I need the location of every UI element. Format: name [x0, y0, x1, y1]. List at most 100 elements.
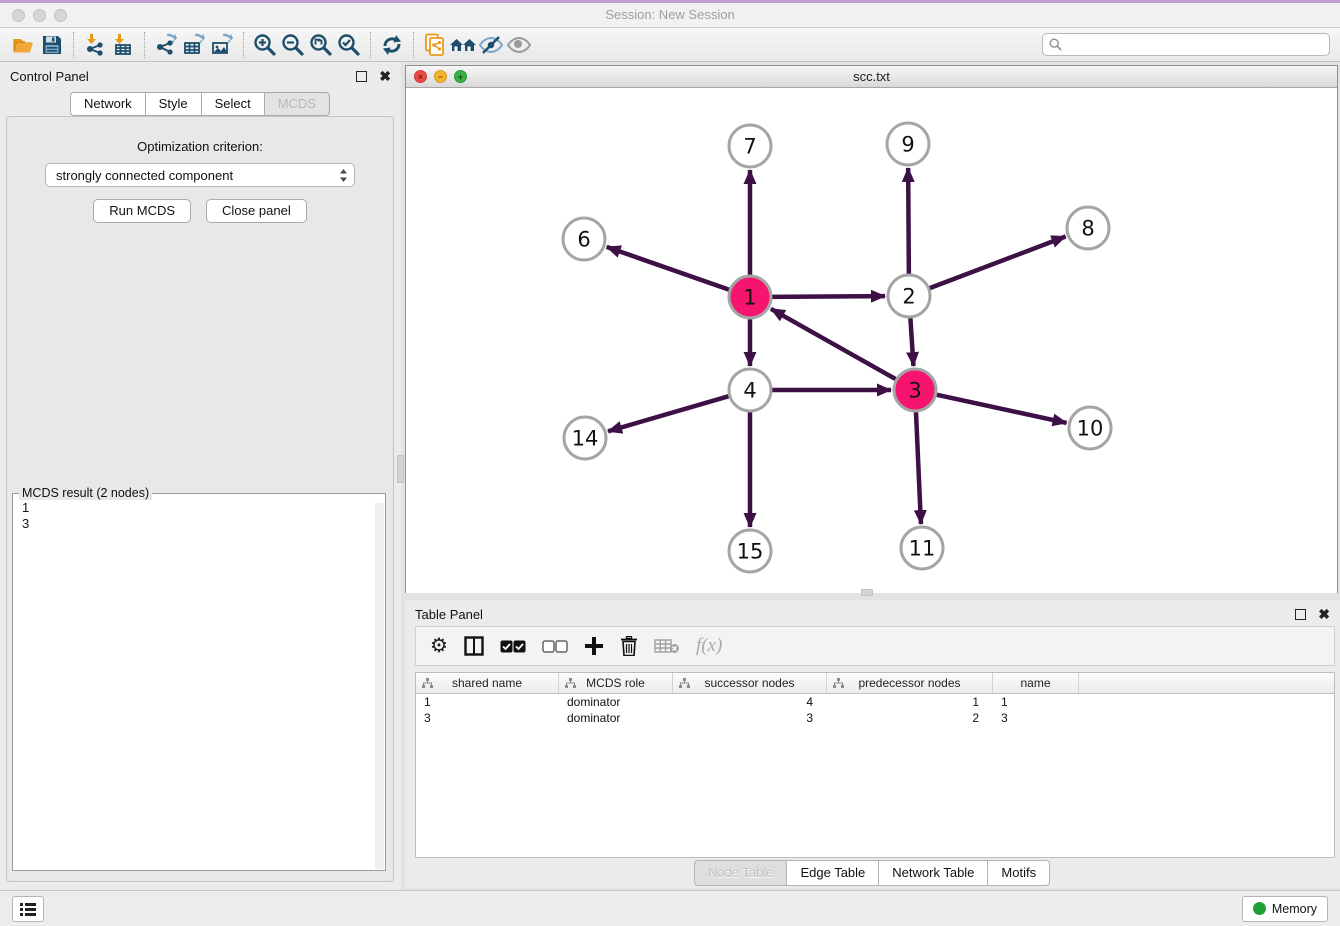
- add-row-icon[interactable]: [584, 636, 604, 656]
- toolbar-separator: [243, 32, 244, 58]
- optimization-criterion-label: Optimization criterion:: [7, 139, 393, 154]
- memory-button[interactable]: Memory: [1242, 896, 1328, 922]
- tab-network-table[interactable]: Network Table: [878, 860, 988, 886]
- graph-edge-2-8[interactable]: [927, 237, 1066, 290]
- graph-node-7[interactable]: 7: [729, 125, 771, 167]
- criterion-dropdown[interactable]: strongly connected component: [45, 163, 355, 187]
- show-graphics-details-icon[interactable]: [505, 31, 533, 59]
- select-all-icon[interactable]: [500, 640, 526, 653]
- task-history-button[interactable]: [12, 896, 44, 922]
- graph-edge-1-6[interactable]: [607, 247, 732, 291]
- table-cell[interactable]: 1: [827, 695, 993, 709]
- delete-row-icon[interactable]: [620, 636, 638, 656]
- table-cell[interactable]: 4: [673, 695, 827, 709]
- table-cell[interactable]: 1: [416, 695, 559, 709]
- table-header-row: shared nameMCDS role successor nodes prede…: [416, 673, 1334, 694]
- search-input[interactable]: [1062, 38, 1323, 52]
- table-cell[interactable]: 3: [416, 711, 559, 725]
- export-table-icon[interactable]: [180, 31, 208, 59]
- run-mcds-button[interactable]: Run MCDS: [93, 199, 191, 223]
- search-field[interactable]: [1042, 33, 1330, 56]
- table-panel-title: Table Panel: [415, 607, 483, 622]
- close-panel-button[interactable]: Close panel: [206, 199, 307, 223]
- copy-view-icon[interactable]: [421, 31, 449, 59]
- control-panel-tabs: NetworkStyleSelectMCDS: [0, 92, 401, 116]
- graph-node-6[interactable]: 6: [563, 218, 605, 260]
- search-icon: [1049, 38, 1062, 51]
- export-image-icon[interactable]: [208, 31, 236, 59]
- table-row[interactable]: 1dominator411: [416, 694, 1334, 710]
- graph-node-2[interactable]: 2: [888, 275, 930, 317]
- node-table[interactable]: shared nameMCDS role successor nodes prede…: [415, 672, 1335, 858]
- table-cell[interactable]: 3: [673, 711, 827, 725]
- tab-mcds[interactable]: MCDS: [264, 92, 330, 116]
- network-canvas[interactable]: 7 9 6 8 1 2 4 3 14 10 15 11: [406, 88, 1337, 593]
- zoom-out-icon[interactable]: [279, 31, 307, 59]
- graph-edge-4-14[interactable]: [608, 395, 732, 431]
- table-cell[interactable]: dominator: [559, 695, 673, 709]
- delete-table-icon[interactable]: [654, 638, 680, 654]
- vertical-splitter-handle[interactable]: [397, 455, 404, 483]
- column-header-MCDS-role[interactable]: MCDS role: [559, 673, 673, 693]
- table-cell[interactable]: 2: [827, 711, 993, 725]
- import-network-icon[interactable]: [81, 31, 109, 59]
- import-table-icon[interactable]: [109, 31, 137, 59]
- hide-graphics-details-icon[interactable]: [477, 31, 505, 59]
- deselect-all-icon[interactable]: [542, 640, 568, 653]
- table-cell[interactable]: 1: [993, 695, 1079, 709]
- result-scrollbar[interactable]: [375, 503, 384, 869]
- save-session-icon[interactable]: [38, 31, 66, 59]
- zoom-fit-icon[interactable]: [307, 31, 335, 59]
- float-table-panel-icon[interactable]: [1295, 609, 1306, 620]
- graph-node-15[interactable]: 15: [729, 530, 771, 572]
- graph-edge-3-1[interactable]: [771, 309, 899, 381]
- column-header-successor-nodes[interactable]: successor nodes: [673, 673, 827, 693]
- graph-edge-3-11[interactable]: [916, 409, 921, 524]
- table-cell[interactable]: 3: [993, 711, 1079, 725]
- tab-node-table[interactable]: Node Table: [694, 860, 788, 886]
- graph-edge-3-10[interactable]: [934, 394, 1067, 423]
- horizontal-splitter-handle[interactable]: [861, 589, 873, 596]
- session-title: Session: New Session: [0, 7, 1340, 22]
- tab-motifs[interactable]: Motifs: [987, 860, 1050, 886]
- app-titlebar: Session: New Session: [0, 3, 1340, 28]
- graph-node-1[interactable]: 1: [729, 276, 771, 318]
- export-network-icon[interactable]: [152, 31, 180, 59]
- network-window-titlebar[interactable]: × − + scc.txt: [406, 66, 1337, 88]
- home-layout-icon[interactable]: [449, 31, 477, 59]
- graph-node-label: 4: [743, 379, 756, 403]
- zoom-selected-icon[interactable]: [335, 31, 363, 59]
- open-session-icon[interactable]: [10, 31, 38, 59]
- table-settings-icon[interactable]: ⚙: [430, 636, 448, 656]
- zoom-in-icon[interactable]: [251, 31, 279, 59]
- tab-style[interactable]: Style: [145, 92, 202, 116]
- close-panel-icon[interactable]: ✖: [379, 71, 391, 82]
- column-header-predecessor-nodes[interactable]: predecessor nodes: [827, 673, 993, 693]
- main-toolbar: [0, 28, 1340, 62]
- refresh-icon[interactable]: [378, 31, 406, 59]
- column-header-name[interactable]: name: [993, 673, 1079, 693]
- graph-node-11[interactable]: 11: [901, 527, 943, 569]
- graph-node-8[interactable]: 8: [1067, 207, 1109, 249]
- graph-node-label: 6: [577, 228, 590, 252]
- graph-edge-1-2[interactable]: [769, 296, 885, 297]
- graph-edge-2-9[interactable]: [908, 168, 909, 277]
- column-type-icon: [422, 678, 433, 689]
- table-cell[interactable]: dominator: [559, 711, 673, 725]
- tab-network[interactable]: Network: [70, 92, 146, 116]
- graph-node-9[interactable]: 9: [887, 123, 929, 165]
- tab-select[interactable]: Select: [201, 92, 265, 116]
- graph-node-10[interactable]: 10: [1069, 407, 1111, 449]
- column-header-shared-name[interactable]: shared name: [416, 673, 559, 693]
- graph-node-14[interactable]: 14: [564, 417, 606, 459]
- split-view-icon[interactable]: [464, 636, 484, 656]
- column-header-label: successor nodes: [704, 676, 794, 690]
- close-table-panel-icon[interactable]: ✖: [1318, 609, 1330, 620]
- graph-node-4[interactable]: 4: [729, 369, 771, 411]
- graph-node-3[interactable]: 3: [894, 369, 936, 411]
- function-builder-icon[interactable]: f(x): [696, 635, 722, 657]
- float-panel-icon[interactable]: [356, 71, 367, 82]
- table-row[interactable]: 3dominator323: [416, 710, 1334, 726]
- graph-edge-2-3[interactable]: [910, 315, 913, 366]
- tab-edge-table[interactable]: Edge Table: [786, 860, 879, 886]
